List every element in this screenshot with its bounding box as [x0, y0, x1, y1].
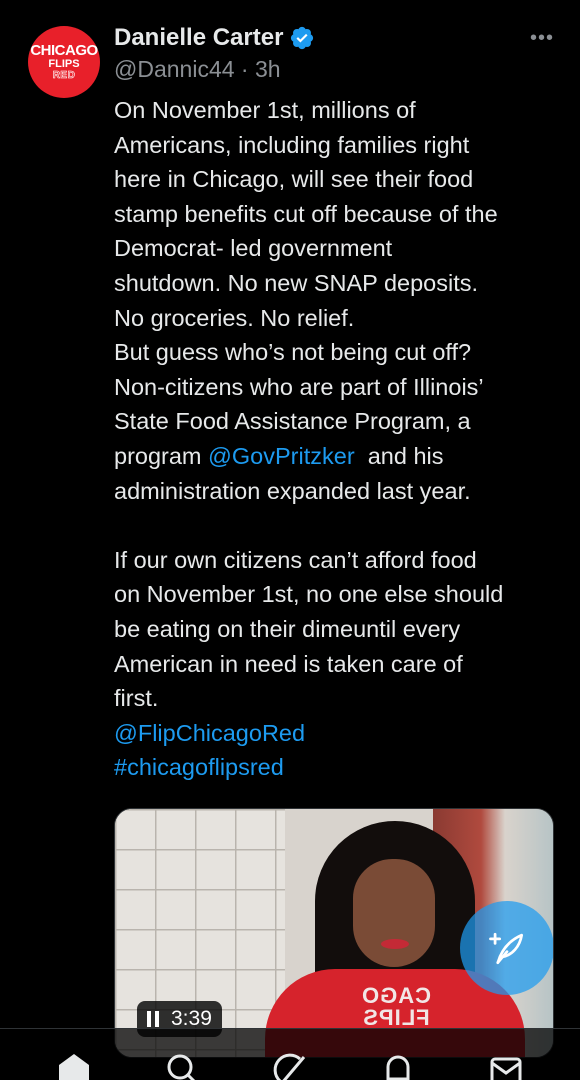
avatar-text-line3: RED — [52, 70, 76, 81]
tweet: CHICAGO FLIPS RED Danielle Carter ••• @D… — [0, 0, 580, 1080]
text-line: Democrat- led government — [114, 235, 393, 262]
verified-badge-icon — [291, 26, 314, 50]
text-line: here in Chicago, will see their food — [114, 166, 474, 193]
avatar-text-line2: FLIPS — [48, 58, 80, 70]
hoodie-print-line: FLIPS — [362, 1005, 430, 1030]
video-person-face — [353, 859, 435, 967]
text-line: But guess who’s not being cut off? — [114, 339, 472, 366]
text-line: State Food Assistance Program, a — [114, 408, 471, 435]
nav-grok[interactable] — [270, 1029, 310, 1080]
text-line: on November 1st, no one else should — [114, 581, 504, 608]
text-line: On November 1st, millions of — [114, 97, 416, 123]
compose-feather-icon — [489, 932, 524, 965]
mention-link[interactable]: @GovPritzker — [208, 443, 355, 469]
text-line: Americans, including families right — [114, 131, 470, 158]
video-person-lips — [381, 939, 409, 949]
nav-notifications[interactable] — [378, 1029, 418, 1080]
notifications-icon — [386, 1055, 410, 1080]
text-line: administration expanded last year. — [114, 477, 471, 504]
name-row: Danielle Carter — [114, 22, 560, 54]
text-line: first. — [114, 685, 159, 712]
messages-icon — [490, 1057, 522, 1080]
text-fragment: program — [114, 442, 209, 469]
text-fragment: and his — [354, 442, 444, 469]
text-line-with-mention: program @GovPritzker and his — [114, 439, 564, 474]
hashtag-link[interactable]: #chicagoflipsred — [114, 750, 564, 785]
more-options-icon[interactable]: ••• — [530, 28, 554, 48]
text-line: No groceries. No relief. — [114, 304, 355, 331]
grok-icon — [273, 1053, 306, 1080]
text-line: shutdown. No new SNAP deposits. — [114, 269, 479, 296]
meta-row: @Dannic44 · 3h — [114, 56, 560, 83]
tweet-text: On November 1st, millions of Americans, … — [114, 93, 564, 785]
compose-post-button[interactable] — [460, 901, 553, 995]
bottom-nav — [0, 1028, 580, 1080]
avatar-text-line1: CHICAGO — [30, 42, 98, 59]
hoodie-print: CAGO FLIPS — [341, 983, 451, 1030]
meta-separator: · — [240, 56, 249, 82]
text-line: be eating on their dimeuntil every — [114, 615, 461, 642]
post-time[interactable]: 3h — [255, 56, 281, 82]
pause-icon[interactable] — [147, 1011, 159, 1027]
text-line: Non-citizens who are part of Illinois’ — [114, 373, 484, 400]
author-handle[interactable]: @Dannic44 — [114, 56, 235, 82]
nav-search[interactable] — [162, 1029, 202, 1080]
text-line: American in need is taken care of — [114, 650, 463, 677]
author-name[interactable]: Danielle Carter — [114, 24, 283, 52]
text-line: If our own citizens can’t afford food — [114, 546, 477, 573]
hoodie-print-line: CAGO — [361, 983, 431, 1008]
search-icon — [167, 1054, 196, 1080]
tweet-header: Danielle Carter ••• @Dannic44 · 3h — [114, 22, 560, 83]
mention-link[interactable]: @FlipChicagoRed — [114, 716, 564, 751]
home-icon — [59, 1054, 89, 1080]
avatar[interactable]: CHICAGO FLIPS RED — [28, 26, 100, 98]
nav-messages[interactable] — [486, 1029, 526, 1080]
nav-home[interactable] — [54, 1029, 94, 1080]
text-line: stamp benefits cut off because of the — [114, 200, 498, 227]
video-player[interactable]: CAGO FLIPS 3:39 — [114, 808, 554, 1058]
